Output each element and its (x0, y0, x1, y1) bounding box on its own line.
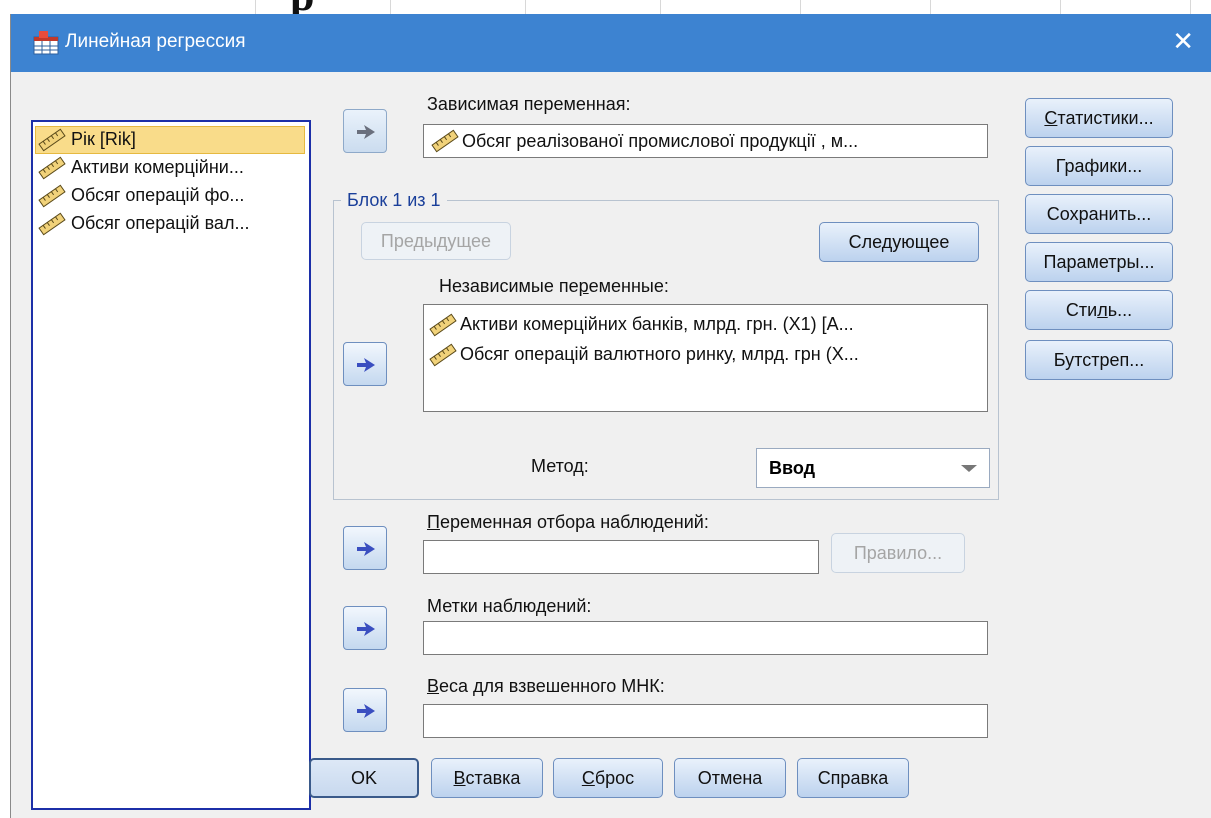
move-selection-variable-button[interactable] (343, 526, 387, 570)
app-icon (33, 31, 59, 55)
rule-button[interactable]: Правило... (831, 533, 965, 573)
arrow-right-icon (357, 358, 375, 372)
independent-variables-list[interactable]: Активи комерційних банків, млрд. грн. (X… (423, 304, 988, 412)
arrow-right-icon (357, 542, 375, 556)
selection-variable-label: Переменная отбора наблюдений: (427, 512, 709, 532)
independents-label: Независимые переменные: (439, 276, 669, 296)
move-dependent-button[interactable] (343, 109, 387, 153)
source-variable-item[interactable]: Обсяг операцій фо... (33, 182, 309, 210)
source-variable-label: Активи комерційни... (71, 157, 244, 177)
plots-button[interactable]: Графики... (1025, 146, 1173, 186)
source-variable-item[interactable]: Обсяг операцій вал... (33, 210, 309, 238)
case-labels-field[interactable] (423, 621, 988, 655)
arrow-right-icon (357, 622, 375, 636)
cancel-button[interactable]: Отмена (674, 758, 786, 798)
dependent-label: Зависимая переменная: (427, 94, 631, 114)
scale-ruler-icon (38, 128, 66, 152)
arrow-right-icon (357, 704, 375, 718)
source-variable-item[interactable]: Активи комерційни... (33, 154, 309, 182)
linear-regression-dialog: Линейная регрессия ✕ Рік [Rik] Активи ком… (10, 14, 1211, 818)
source-variable-item[interactable]: Рік [Rik] (33, 126, 309, 154)
method-label: Метод: (531, 456, 589, 476)
arrow-right-icon (357, 125, 375, 139)
next-block-button[interactable]: Следующее (819, 222, 979, 262)
background-spreadsheet: р (0, 0, 1211, 14)
method-value: Ввод (769, 458, 816, 478)
source-variable-label: Рік [Rik] (71, 129, 136, 149)
bootstrap-button[interactable]: Бутстреп... (1025, 340, 1173, 380)
wls-weight-field[interactable] (423, 704, 988, 738)
save-button[interactable]: Сохранить... (1025, 194, 1173, 234)
move-case-labels-button[interactable] (343, 606, 387, 650)
case-labels-label: Метки наблюдений: (427, 596, 592, 616)
selection-variable-field[interactable] (423, 540, 819, 574)
ok-button[interactable]: OK (309, 758, 419, 798)
independent-variable-label: Активи комерційних банків, млрд. грн. (X… (460, 314, 854, 334)
paste-button[interactable]: Вставка (431, 758, 543, 798)
move-wls-weight-button[interactable] (343, 688, 387, 732)
scale-ruler-icon (429, 313, 457, 337)
scale-ruler-icon (38, 156, 66, 180)
previous-block-button[interactable]: Предыдущее (361, 222, 511, 260)
independent-variable-item[interactable]: Обсяг операцій валютного ринку, млрд. гр… (424, 341, 987, 369)
method-select[interactable]: Ввод (756, 448, 990, 488)
window-title: Линейная регрессия (65, 31, 246, 52)
scale-ruler-icon (38, 212, 66, 236)
block-title: Блок 1 из 1 (341, 190, 447, 211)
style-button[interactable]: Стиль... (1025, 290, 1173, 330)
close-icon[interactable]: ✕ (1172, 26, 1194, 56)
title-bar[interactable]: Линейная регрессия ✕ (11, 14, 1211, 72)
source-variable-list[interactable]: Рік [Rik] Активи комерційни... Обсяг опера… (31, 120, 311, 810)
options-button[interactable]: Параметры... (1025, 242, 1173, 282)
help-button[interactable]: Справка (797, 758, 909, 798)
independent-variable-label: Обсяг операцій валютного ринку, млрд. гр… (460, 344, 859, 364)
scale-ruler-icon (431, 129, 459, 153)
move-independent-button[interactable] (343, 342, 387, 386)
wls-weight-label: Веса для взвешенного МНК: (427, 676, 665, 696)
statistics-button[interactable]: Статистики... (1025, 98, 1173, 138)
chevron-down-icon (961, 465, 977, 472)
source-variable-label: Обсяг операцій вал... (71, 213, 250, 233)
background-text-fragment: р (290, 0, 314, 14)
independent-variable-item[interactable]: Активи комерційних банків, млрд. грн. (X… (424, 311, 987, 339)
dependent-variable-value: Обсяг реалізованої промислової продукції… (462, 131, 859, 151)
reset-button[interactable]: Сброс (553, 758, 663, 798)
dependent-variable-field[interactable]: Обсяг реалізованої промислової продукції… (423, 124, 988, 158)
scale-ruler-icon (429, 343, 457, 367)
source-variable-label: Обсяг операцій фо... (71, 185, 245, 205)
scale-ruler-icon (38, 184, 66, 208)
